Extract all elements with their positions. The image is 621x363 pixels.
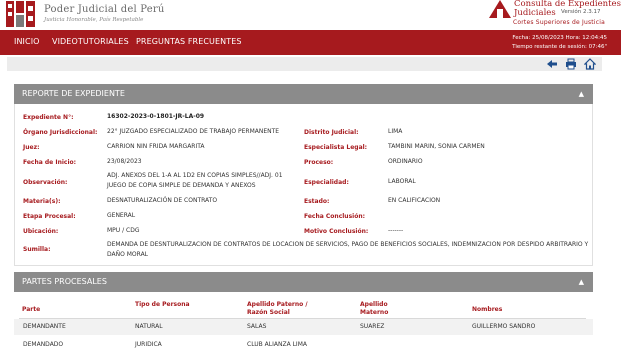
expediente-value: 16302-2023-0-1801-JR-LA-09 <box>107 113 205 120</box>
ubicacion-value: MPU / CDG <box>107 227 140 234</box>
collapse-caret-icon[interactable]: ▲ <box>579 84 584 104</box>
back-arrow-icon[interactable] <box>546 58 558 70</box>
page: Poder Judicial del Perú Justicia Honorab… <box>0 0 621 363</box>
col-nombres: Nombres <box>472 306 503 313</box>
col-apellido-materno: Apellido Materno <box>360 301 389 316</box>
proceso-value: ORDINARIO <box>388 158 423 165</box>
juez-label: Juez: <box>23 144 40 151</box>
cell-tipo-persona: JURIDICA <box>135 341 162 348</box>
estado-value: EN CALIFICACION <box>388 197 441 204</box>
col-tipo-persona: Tipo de Persona <box>135 301 190 308</box>
especialista-value: TAMBINI MARIN, SONIA CARMEN <box>388 143 485 150</box>
reporte-panel-title: REPORTE DE EXPEDIENTE <box>22 89 125 98</box>
expediente-label: Expediente N°: <box>23 114 74 121</box>
proceso-label: Proceso: <box>304 159 334 166</box>
session-info: Fecha: 25/08/2023 Hora: 12:04:45 Tiempo … <box>512 34 607 52</box>
session-datetime: Fecha: 25/08/2023 Hora: 12:04:45 <box>512 35 607 41</box>
partes-panel-title: PARTES PROCESALES <box>22 277 107 286</box>
site-header: Poder Judicial del Perú Justicia Honorab… <box>0 0 621 30</box>
toolbar-strip <box>7 57 602 71</box>
observacion-label: Observación: <box>23 179 68 186</box>
cell-apellido-paterno: SALAS <box>247 323 267 330</box>
home-icon[interactable] <box>584 58 596 70</box>
partes-panel-header[interactable]: PARTES PROCESALES ▲ <box>14 272 593 292</box>
session-remaining: Tiempo restante de sesión: 07:46" <box>512 44 607 50</box>
especialidad-value: LABORAL <box>388 178 416 185</box>
distrito-value: LIMA <box>388 128 403 135</box>
col-parte: Parte <box>22 306 41 313</box>
poder-judicial-logo-icon <box>6 1 35 27</box>
table-row: DEMANDADO JURIDICA CLUB ALIANZA LIMA <box>14 337 593 353</box>
cell-tipo-persona: NATURAL <box>135 323 163 330</box>
sumilla-value: DEMANDA DE DESNTURALIZACION DE CONTRATOS… <box>107 241 589 258</box>
fecha-conclusion-label: Fecha Conclusión: <box>304 213 365 220</box>
print-icon[interactable] <box>565 58 577 70</box>
sumilla-label: Sumilla: <box>23 246 51 253</box>
organo-value: 22° JUZGADO ESPECIALIZADO DE TRABAJO PER… <box>107 128 280 135</box>
cell-parte: DEMANDANTE <box>23 323 66 330</box>
fecha-inicio-value: 23/08/2023 <box>107 158 142 165</box>
reporte-panel-body: Expediente N°: 16302-2023-0-1801-JR-LA-0… <box>14 104 593 266</box>
nav-videotutoriales[interactable]: VIDEOTUTORIALES <box>52 37 129 46</box>
cell-apellido-materno: SUAREZ <box>360 323 385 330</box>
motivo-conclusion-value: ------- <box>388 227 404 234</box>
cell-nombres: GUILLERMO SANDRO <box>472 323 536 330</box>
materia-label: Materia(s): <box>23 198 61 205</box>
action-toolbar <box>546 58 596 70</box>
nav-inicio[interactable]: INICIO <box>14 37 40 46</box>
org-motto: Justicia Honorable, País Respetable <box>44 17 144 23</box>
materia-value: DESNATURALIZACIÓN DE CONTRATO <box>107 197 218 204</box>
estado-label: Estado: <box>304 198 330 205</box>
nav-preguntas-frecuentes[interactable]: PREGUNTAS FRECUENTES <box>136 37 242 46</box>
table-row: DEMANDANTE NATURAL SALAS SUAREZ GUILLERM… <box>14 319 593 335</box>
cell-apellido-paterno: CLUB ALIANZA LIMA <box>247 341 307 348</box>
ubicacion-label: Ubicación: <box>23 228 59 235</box>
fecha-inicio-label: Fecha de Inicio: <box>23 159 77 166</box>
col-apellido-paterno: Apellido Paterno / Razón Social <box>247 301 308 316</box>
distrito-label: Distrito Judicial: <box>304 129 359 136</box>
org-name: Poder Judicial del Perú <box>44 4 165 15</box>
reporte-panel-header[interactable]: REPORTE DE EXPEDIENTE ▲ <box>14 84 593 104</box>
app-subtitle: Cortes Superiores de Justicia <box>513 19 605 26</box>
organo-label: Órgano Jurisdiccional: <box>23 129 98 136</box>
especialidad-label: Especialidad: <box>304 179 349 186</box>
main-navbar: INICIO VIDEOTUTORIALES PREGUNTAS FRECUEN… <box>0 30 621 55</box>
observacion-value: ADJ. ANEXOS DEL 1-A AL 1D2 EN COPIAS SIM… <box>107 172 283 189</box>
etapa-value: GENERAL <box>107 212 136 219</box>
especialista-label: Especialista Legal: <box>304 144 368 151</box>
app-logo-icon <box>489 0 511 18</box>
juez-value: CARRION NIN FRIDA MARGARITA <box>107 143 205 150</box>
etapa-label: Etapa Procesal: <box>23 213 76 220</box>
motivo-conclusion-label: Motivo Conclusión: <box>304 228 369 235</box>
cell-parte: DEMANDADO <box>23 341 64 348</box>
collapse-caret-icon[interactable]: ▲ <box>579 272 584 292</box>
app-version: Versión 2.3.17 <box>561 9 601 15</box>
